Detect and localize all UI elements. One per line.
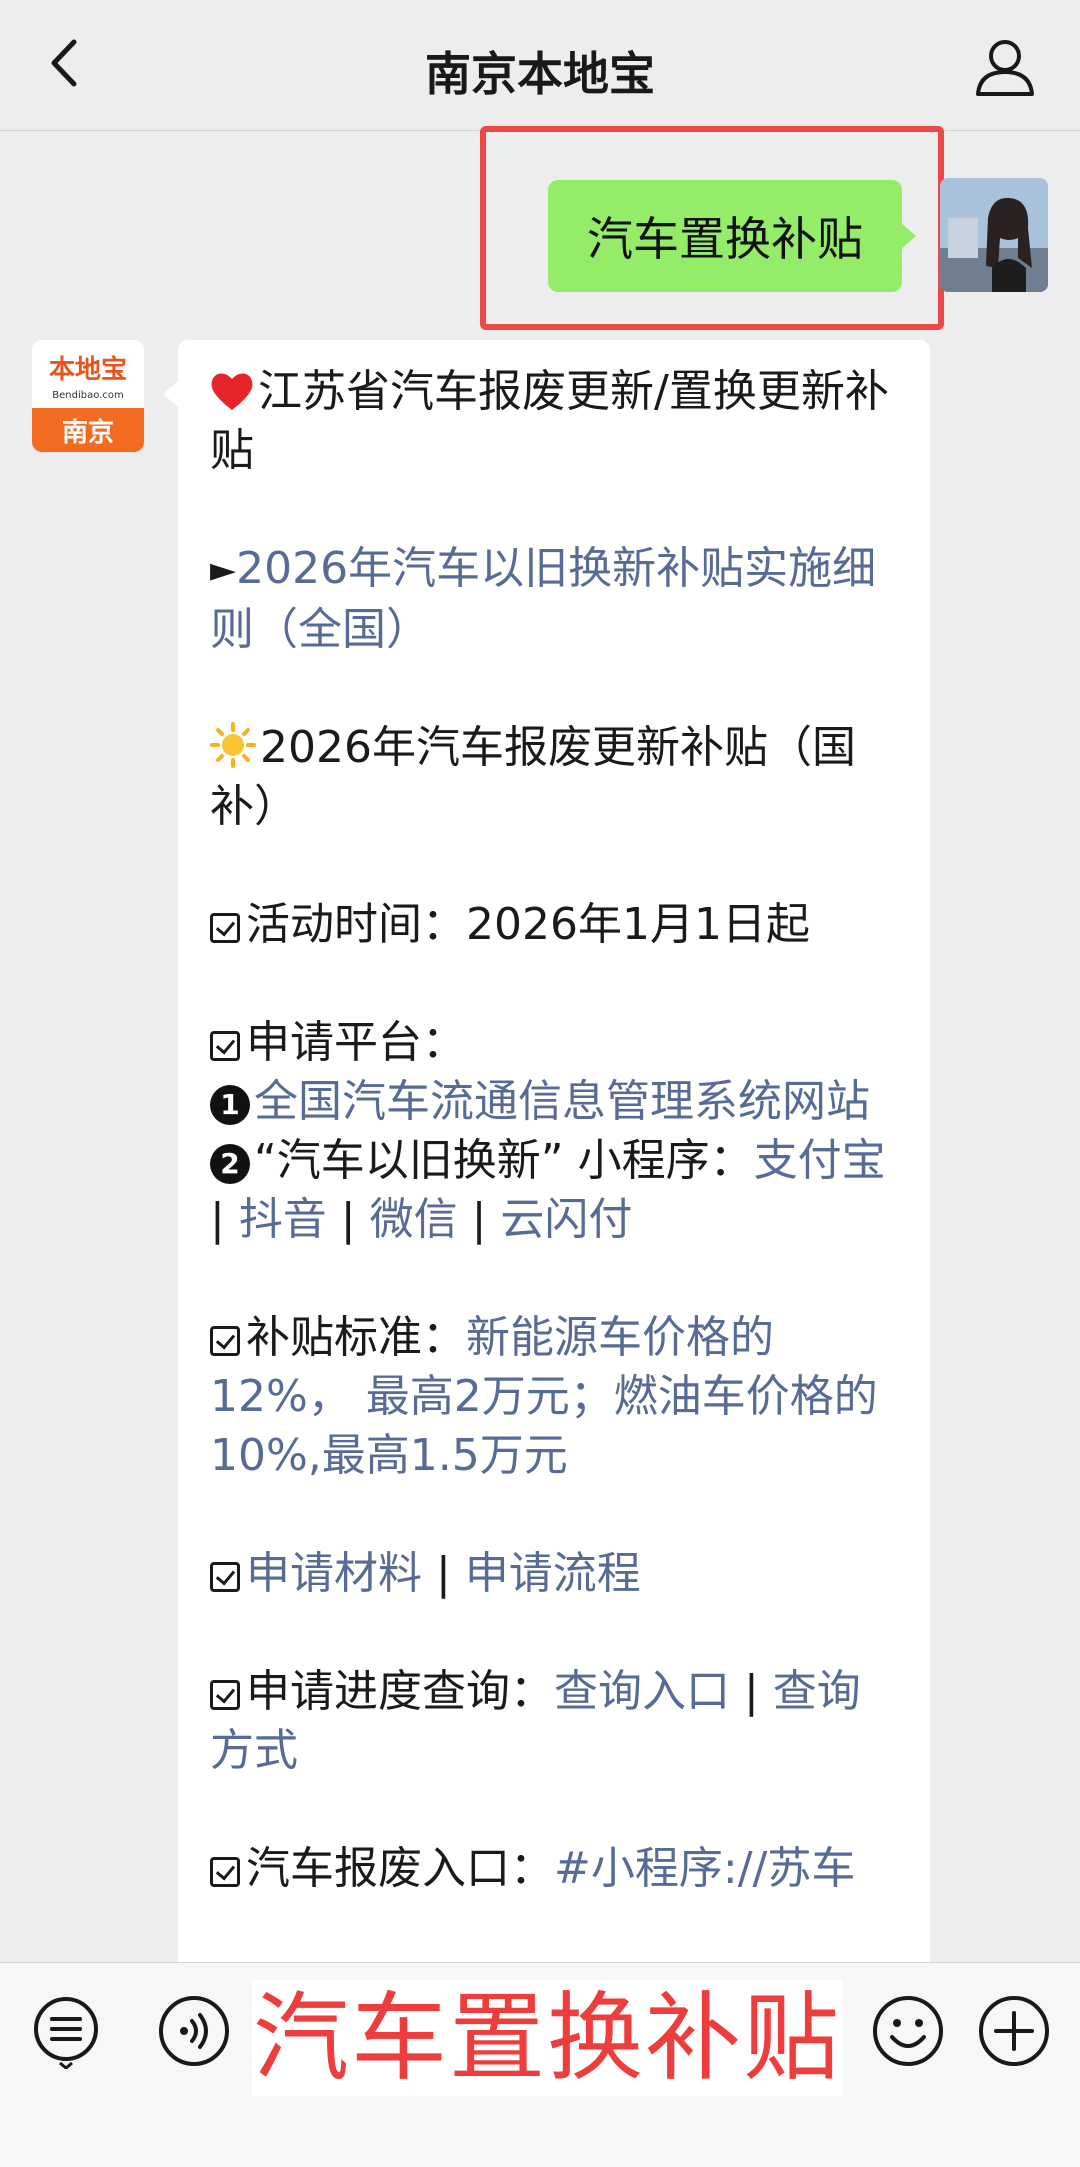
activity-time: 活动时间：2026年1月1日起: [210, 895, 900, 954]
checkbox-icon: [210, 1562, 240, 1592]
number-two-badge: 2: [210, 1143, 250, 1184]
menu-list-icon: [34, 1997, 98, 2070]
person-icon: [976, 40, 1034, 96]
checkbox-icon: [210, 1857, 240, 1887]
overlay-caption: 汽车置换补贴: [252, 1980, 842, 2096]
checkbox-icon: [210, 913, 240, 943]
section-title: 2026年汽车报废更新补贴（国补）: [210, 722, 856, 832]
progress-section: 申请进度查询：查询入口 | 查询方式: [210, 1666, 861, 1776]
heart-icon: [211, 373, 253, 410]
plus-button[interactable]: [976, 1993, 1052, 2069]
incoming-bubble-tail: [163, 380, 179, 408]
wechat-link[interactable]: 微信: [370, 1194, 458, 1245]
rules-link-paragraph: ►2026年汽车以旧换新补贴实施细则（全国）: [210, 539, 900, 659]
progress-entry-link[interactable]: 查询入口: [554, 1666, 730, 1717]
svg-text:南京: 南京: [62, 417, 114, 448]
chat-title: 南京本地宝: [425, 47, 655, 101]
user-photo-image: [940, 178, 1048, 292]
incoming-message-bubble: 江苏省汽车报废更新/置换更新补贴 ►2026年汽车以旧换新补贴实施细则（全国） …: [178, 340, 930, 1980]
alipay-link[interactable]: 支付宝: [754, 1135, 886, 1186]
scrap-section: 汽车报废入口：#小程序://苏车: [210, 1839, 900, 1898]
svg-text:Bendibao.com: Bendibao.com: [52, 390, 123, 401]
emoji-icon: [873, 1996, 943, 2066]
user-avatar[interactable]: [940, 178, 1048, 292]
number-one-badge: 1: [210, 1084, 250, 1125]
message-title: 江苏省汽车报废更新/置换更新补贴: [210, 366, 889, 476]
subsidy-section: 补贴标准：新能源车价格的12%， 最高2万元；燃油车价格的10%,最高1.5万元: [210, 1312, 878, 1481]
rules-link[interactable]: 2026年汽车以旧换新补贴实施细则（全国）: [210, 543, 876, 655]
menu-button[interactable]: [28, 1993, 104, 2070]
profile-button[interactable]: [970, 32, 1040, 102]
svg-text:本地宝: 本地宝: [49, 354, 127, 385]
platform1-link[interactable]: 全国汽车流通信息管理系统网站: [254, 1076, 870, 1127]
plus-icon: [979, 1996, 1049, 2066]
douyin-link[interactable]: 抖音: [239, 1194, 327, 1245]
bendibao-logo: 本地宝 Bendibao.com 南京: [32, 340, 144, 452]
materials-link[interactable]: 申请材料: [246, 1548, 422, 1599]
emoji-button[interactable]: [870, 1993, 946, 2069]
checkbox-icon: [210, 1031, 240, 1061]
chat-screen: 南京本地宝 汽车置换补贴 本地宝 Bendibao.com 南京 江苏省汽车报废…: [0, 0, 1080, 2167]
chat-header: 南京本地宝: [0, 0, 1080, 131]
process-link[interactable]: 申请流程: [465, 1548, 641, 1599]
highlight-box: [480, 126, 944, 330]
play-icon: ►: [210, 550, 237, 590]
platform-section: 申请平台： 1 全国汽车流通信息管理系统网站 2 “汽车以旧换新” 小程序：支付宝 …: [210, 1017, 886, 1245]
checkbox-icon: [210, 1680, 240, 1710]
official-account-avatar[interactable]: 本地宝 Bendibao.com 南京: [32, 340, 144, 452]
unionpay-link[interactable]: 云闪付: [500, 1194, 632, 1245]
scrap-link[interactable]: #小程序://苏车: [554, 1843, 855, 1894]
sun-icon: [210, 722, 256, 768]
materials-section: 申请材料 | 申请流程: [210, 1544, 900, 1603]
checkbox-icon: [210, 1326, 240, 1356]
